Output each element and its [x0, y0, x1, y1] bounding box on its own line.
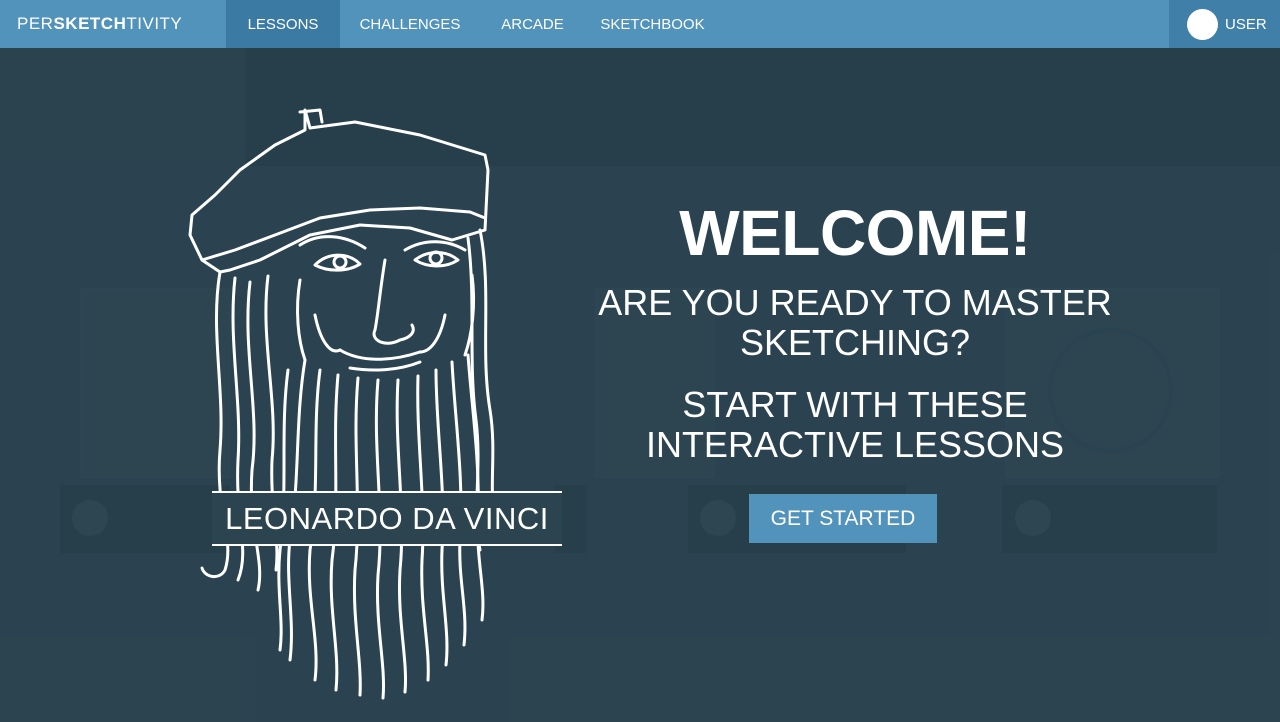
welcome-description: START WITH THESE INTERACTIVE LESSONS — [580, 385, 1130, 465]
logo-prefix: PER — [17, 14, 54, 33]
logo-bold: SKETCH — [53, 14, 127, 33]
welcome-subtitle: ARE YOU READY TO MASTER SKETCHING? — [580, 283, 1130, 363]
portrait-caption-text: LEONARDO DA VINCI — [225, 501, 549, 536]
logo-suffix: TIVITY — [126, 14, 183, 33]
nav-item-challenges[interactable]: CHALLENGES — [340, 0, 480, 48]
get-started-button[interactable]: GET STARTED — [749, 494, 937, 543]
nav-item-arcade[interactable]: ARCADE — [480, 0, 585, 48]
portrait-caption: LEONARDO DA VINCI — [212, 491, 562, 546]
user-menu[interactable]: USER — [1169, 0, 1280, 48]
welcome-subtitle-line: SKETCHING? — [739, 322, 971, 363]
leonardo-portrait-illustration — [188, 108, 502, 700]
welcome-description-line: INTERACTIVE LESSONS — [645, 424, 1065, 465]
top-navigation-bar: PERSKETCHTIVITY LESSONS CHALLENGES ARCAD… — [0, 0, 1280, 48]
avatar[interactable] — [1187, 9, 1218, 40]
welcome-title: WELCOME! — [679, 197, 1031, 269]
app-logo[interactable]: PERSKETCHTIVITY — [17, 0, 182, 48]
welcome-description-line: START WITH THESE — [682, 384, 1028, 425]
nav-item-sketchbook[interactable]: SKETCHBOOK — [585, 0, 720, 48]
welcome-subtitle-line: ARE YOU READY TO MASTER — [598, 282, 1112, 323]
nav-item-lessons[interactable]: LESSONS — [226, 0, 340, 48]
user-label: USER — [1225, 16, 1267, 33]
